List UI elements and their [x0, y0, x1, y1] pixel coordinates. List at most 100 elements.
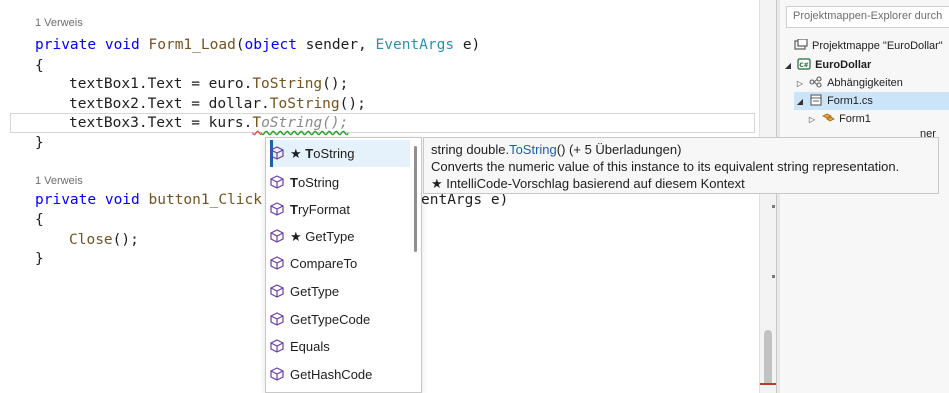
type-eventargs: EventArgs [375, 37, 455, 53]
method-cube-icon [270, 146, 284, 160]
code-token: ( [235, 37, 245, 53]
tree-item-form1-cs[interactable]: ◢ Form1.cs [794, 92, 949, 110]
method-cube-icon [270, 312, 284, 326]
completion-item[interactable]: GetType [270, 278, 410, 305]
open-brace: { [35, 58, 44, 74]
expanded-arrow-icon[interactable]: ◢ [794, 93, 806, 111]
csharp-project-icon: C# [797, 58, 811, 70]
tree-item-project[interactable]: ◢ C# EuroDollar [782, 56, 871, 74]
method-cube-icon [270, 229, 284, 243]
close-brace: } [35, 135, 44, 151]
match-highlight: T [290, 202, 298, 217]
reference-count-2[interactable]: 1 Verweis [35, 175, 83, 187]
tree-item-dependencies[interactable]: ▷ Abhängigkeiten [794, 74, 903, 92]
code-token: textBox3.Text = kurs. [69, 115, 253, 131]
tree-item-label: Form1 [839, 113, 871, 125]
method-signature-form1-load: private void Form1_Load(object sender, E… [35, 35, 480, 56]
tooltip-method-link[interactable]: ToString [509, 142, 557, 157]
completion-label: ryFormat [297, 202, 350, 217]
intellisense-completion-list[interactable]: ★ ToString ToString TryFormat ★ GetType … [265, 137, 422, 393]
tree-item-label: Abhängigkeiten [827, 77, 903, 89]
completion-label: GetType [290, 284, 340, 299]
intellicode-star-icon: ★ [290, 146, 306, 161]
tree-item-label: Projektmappe "EuroDollar" [812, 40, 943, 52]
keyword-private: private [35, 37, 97, 53]
code-token: (); [112, 232, 139, 248]
typed-text: T [252, 115, 262, 131]
keyword-void: void [104, 192, 140, 208]
completion-label: oString [297, 175, 340, 190]
tooltip-sig-prefix: string double. [431, 142, 510, 157]
method-cube-icon [270, 367, 284, 381]
completion-item[interactable]: TryFormat [270, 196, 410, 223]
code-line-textbox3[interactable]: textBox3.Text = kurs.ToString(); [69, 113, 348, 134]
code-token: textBox1.Text = euro. [69, 76, 253, 92]
open-brace: { [35, 212, 44, 228]
completion-label: oString [313, 146, 355, 161]
code-line-close: Close(); [69, 230, 139, 251]
code-token: sender, [296, 37, 376, 53]
completion-item[interactable]: CompareTo [270, 250, 410, 277]
code-token: (); [322, 76, 349, 92]
ghost-suggestion: oString(); [261, 115, 349, 131]
tree-item-solution[interactable]: Projektmappe "EuroDollar" [794, 37, 943, 55]
completion-item[interactable]: Equals [270, 333, 410, 360]
scroll-thumb[interactable] [764, 330, 772, 385]
method-cube-icon [270, 284, 284, 298]
method-cube-icon [270, 175, 284, 189]
match-highlight: T [290, 175, 298, 190]
tree-item-label: Form1.cs [827, 95, 873, 107]
method-cube-icon [270, 202, 284, 216]
form-class-icon [822, 113, 835, 122]
svg-text:C#: C# [799, 62, 808, 69]
tooltip-intellicode-note: ★ IntelliCode-Vorschlag basierend auf di… [431, 176, 745, 191]
keyword-void: void [104, 37, 140, 53]
dependencies-icon [809, 76, 822, 88]
completion-item[interactable]: GetHashCode [270, 361, 410, 388]
method-cube-icon [270, 339, 284, 353]
keyword-private: private [35, 192, 97, 208]
tooltip-description: Converts the numeric value of this insta… [431, 159, 900, 174]
reference-count-1[interactable]: 1 Verweis [35, 17, 83, 29]
method-name: Form1_Load [148, 37, 236, 53]
method-call: Close [69, 232, 113, 248]
tree-item-label: EuroDollar [815, 59, 872, 71]
completion-label: GetHashCode [290, 367, 373, 382]
collapsed-arrow-icon[interactable]: ▷ [794, 75, 806, 93]
intellicode-star-icon: ★ [290, 229, 306, 244]
solution-explorer: Projektmappen-Explorer durch Projektmapp… [780, 0, 949, 393]
collapsed-arrow-icon[interactable]: ▷ [806, 111, 818, 129]
completion-label: Equals [290, 339, 330, 354]
scroll-marker [772, 205, 775, 208]
tree-item-form1-class[interactable]: ▷ Form1 [806, 110, 871, 128]
completion-item[interactable]: GetTypeCode [270, 306, 410, 333]
completion-label: GetType [305, 229, 355, 244]
code-token: (); [339, 96, 366, 112]
completion-item[interactable]: ToString [270, 169, 410, 196]
expanded-arrow-icon[interactable]: ◢ [782, 57, 794, 75]
completion-item[interactable]: ★ ToString [270, 140, 410, 167]
quick-info-tooltip: string double.ToString() (+ 5 Überladung… [423, 137, 939, 194]
completion-label: CompareTo [290, 256, 358, 271]
code-line-textbox1: textBox1.Text = euro.ToString(); [69, 74, 348, 95]
tooltip-signature: string double.ToString() (+ 5 Überladung… [431, 141, 931, 158]
error-marker [760, 383, 776, 385]
code-line-textbox2: textBox2.Text = dollar.ToString(); [69, 94, 366, 115]
code-token: textBox2.Text = dollar. [69, 96, 270, 112]
completion-item[interactable]: ★ GetType [270, 223, 410, 250]
close-brace: } [35, 251, 44, 267]
method-call: ToString [252, 76, 323, 92]
editor-vertical-scrollbar[interactable] [759, 0, 777, 393]
solution-icon [794, 39, 808, 50]
method-cube-icon [270, 256, 284, 270]
code-token: e) [454, 37, 481, 53]
completion-label: GetTypeCode [290, 312, 371, 327]
method-name: button1_Click( [148, 192, 271, 208]
method-signature-button1-click: private void button1_Click( [35, 190, 271, 211]
solution-search-input[interactable]: Projektmappen-Explorer durch [786, 6, 949, 28]
form-file-icon [810, 94, 822, 106]
tooltip-sig-suffix: () (+ 5 Überladungen) [556, 142, 682, 157]
completion-scroll-thumb[interactable] [414, 146, 417, 252]
method-call: ToString [269, 96, 340, 112]
keyword-object: object [244, 37, 297, 53]
